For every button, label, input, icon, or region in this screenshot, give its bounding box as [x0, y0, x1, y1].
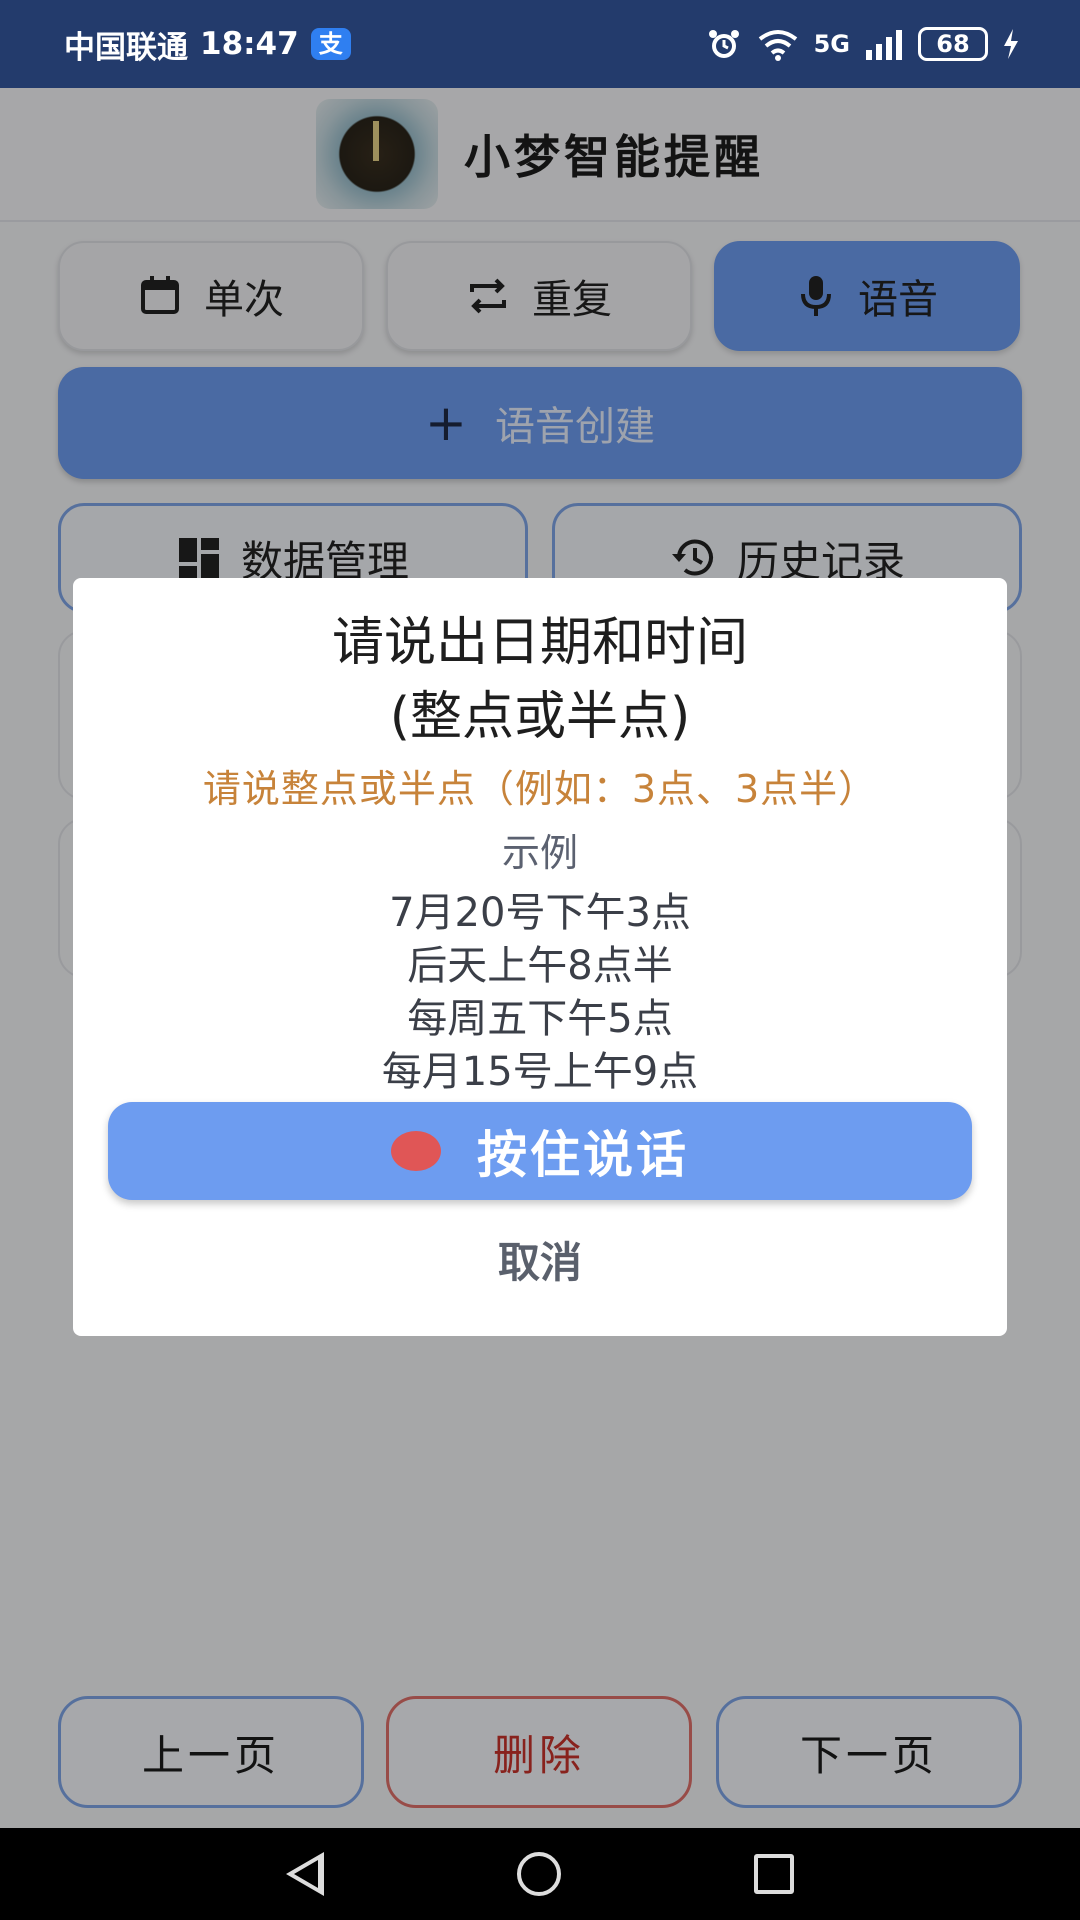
press-to-talk-label: 按住说话 [477, 1126, 689, 1184]
wifi-icon [758, 30, 797, 61]
examples-heading: 示例 [501, 831, 578, 875]
status-bar: 中国联通 18:47 支 5G 68 [0, 0, 1080, 88]
system-nav-bar [0, 1828, 1080, 1920]
cancel-button[interactable]: 取消 [373, 1226, 707, 1300]
alipay-icon: 支 [310, 28, 351, 60]
status-time: 18:47 [200, 26, 299, 62]
dialog-hint: 请说整点或半点（例如：3点、3点半） [202, 767, 878, 811]
example-item: 7月20号下午3点 [389, 890, 691, 936]
voice-input-dialog: 请说出日期和时间 (整点或半点) 请说整点或半点（例如：3点、3点半） 示例 7… [73, 578, 1007, 1336]
example-item: 后天上午8点半 [407, 943, 673, 989]
back-icon[interactable] [286, 1852, 325, 1896]
alarm-icon [708, 30, 739, 58]
charging-icon [1004, 29, 1018, 59]
signal-icon [866, 30, 902, 60]
recent-apps-icon[interactable] [753, 1854, 794, 1894]
example-item: 每周五下午5点 [407, 996, 673, 1042]
home-icon[interactable] [516, 1852, 561, 1896]
dialog-title-line1: 请说出日期和时间 [331, 613, 748, 673]
dialog-title: 请说出日期和时间 (整点或半点) [73, 606, 1007, 754]
press-to-talk-button[interactable]: 按住说话 [108, 1102, 972, 1200]
network-type-label: 5G [813, 30, 850, 58]
record-dot-icon [391, 1131, 441, 1171]
battery-indicator: 68 [918, 27, 988, 61]
example-item: 每月15号上午9点 [381, 1049, 699, 1095]
dialog-title-line2: (整点或半点) [389, 687, 691, 747]
carrier-label: 中国联通 [64, 29, 188, 66]
